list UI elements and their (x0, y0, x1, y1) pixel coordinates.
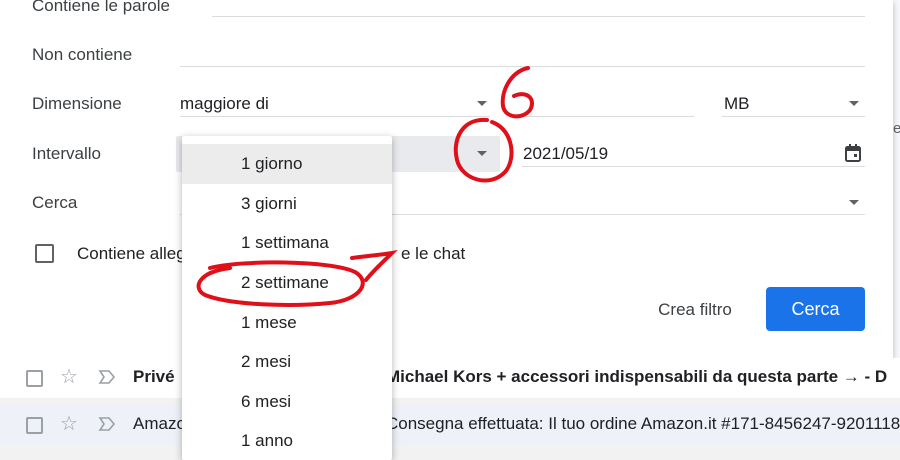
row-checkbox[interactable] (26, 370, 43, 387)
search-in-label: Cerca (32, 193, 78, 212)
interval-date-input[interactable]: 2021/05/19 (523, 144, 608, 164)
mail-subject: Michael Kors + accessori indispensabili … (386, 367, 888, 386)
interval-option[interactable]: 1 anno (182, 421, 392, 460)
interval-caret-icon[interactable] (477, 151, 487, 156)
interval-option[interactable]: 6 mesi (182, 382, 392, 422)
not-contains-label: Non contiene (32, 45, 133, 64)
row-checkbox[interactable] (26, 417, 43, 434)
interval-date-underline (522, 166, 865, 167)
important-marker-icon[interactable] (98, 366, 116, 388)
size-label: Dimensione (32, 94, 122, 113)
advanced-search-panel: Contiene le parole Non contiene Dimensio… (0, 0, 893, 358)
size-value-input[interactable] (522, 116, 694, 117)
attachment-checkbox-label: Contiene alleg (77, 244, 186, 263)
mail-sender: Privé (133, 367, 175, 386)
mail-subject: Consegna effettuata: Il tuo ordine Amazo… (386, 414, 900, 433)
not-contains-input[interactable] (180, 66, 865, 67)
size-operator-select[interactable]: maggiore di (180, 94, 269, 114)
search-in-caret-icon[interactable] (849, 200, 859, 205)
contains-words-label: Contiene le parole (32, 0, 170, 15)
size-unit-caret-icon[interactable] (849, 101, 859, 106)
size-unit-underline (722, 116, 865, 117)
interval-option[interactable]: 2 settimane (182, 263, 392, 303)
size-unit-select[interactable]: MB (724, 94, 750, 114)
interval-option[interactable]: 2 mesi (182, 342, 392, 382)
contains-words-input[interactable] (212, 16, 865, 17)
star-icon[interactable]: ☆ (60, 365, 78, 389)
attachment-checkbox[interactable] (35, 244, 54, 263)
exclude-chats-label: e le chat (401, 244, 466, 263)
mail-sender: Amazo (133, 414, 186, 433)
star-icon[interactable]: ☆ (60, 412, 78, 436)
interval-option[interactable]: 3 giorni (182, 184, 392, 224)
interval-option[interactable]: 1 settimana (182, 223, 392, 263)
create-filter-button[interactable]: Crea filtro (640, 290, 750, 330)
size-operator-caret-icon[interactable] (477, 101, 487, 106)
important-marker-icon[interactable] (98, 413, 116, 435)
size-operator-underline (180, 116, 490, 117)
interval-option[interactable]: 1 giorno (182, 144, 392, 184)
interval-label: Intervallo (32, 144, 101, 163)
calendar-icon[interactable] (845, 144, 861, 162)
interval-dropdown-menu: 1 giorno 3 giorni 1 settimana 2 settiman… (182, 136, 392, 460)
interval-option[interactable]: 1 mese (182, 303, 392, 343)
mail-row[interactable]: ☆ Privé Michael Kors + accessori indispe… (0, 358, 900, 398)
search-button[interactable]: Cerca (766, 287, 865, 331)
mail-row[interactable]: ☆ Amazo Consegna effettuata: Il tuo ordi… (0, 405, 900, 445)
inbox-edge-glyph: e (893, 120, 900, 137)
